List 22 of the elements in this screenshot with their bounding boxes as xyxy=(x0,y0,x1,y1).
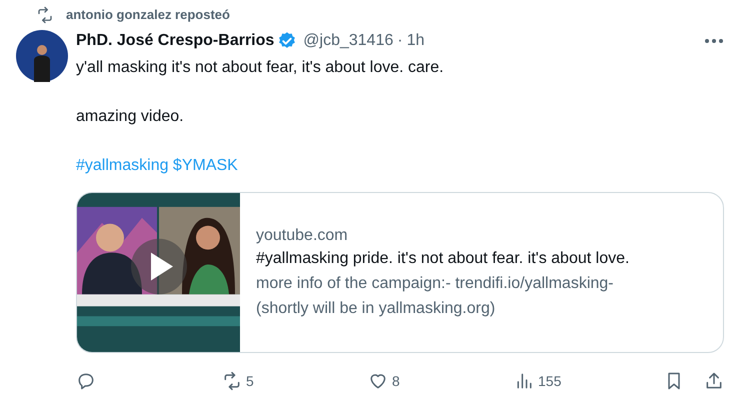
separator-dot: · xyxy=(397,31,403,51)
share-icon xyxy=(704,371,724,391)
repost-icon xyxy=(36,6,54,24)
more-options-icon[interactable] xyxy=(704,38,724,44)
card-description: more info of the campaign:- trendifi.io/yallmasking- (shortly will be in yallmasking.org) xyxy=(256,274,614,318)
like-button[interactable]: 8 xyxy=(368,370,458,392)
link-card[interactable]: youtube.com #yallmasking pride. it's not about fear. it's about love. more info of the campaign:- trendifi.io/yallmasking- (shortly will be in yallmasking.org) xyxy=(76,192,724,353)
views-button[interactable]: 155 xyxy=(514,370,604,392)
heart-icon xyxy=(368,371,388,391)
post-text: amazing video. xyxy=(76,107,185,127)
reply-icon xyxy=(76,371,96,391)
card-domain: youtube.com xyxy=(256,226,349,246)
author-handle[interactable]: @jcb_31416 xyxy=(303,29,394,53)
share-button[interactable] xyxy=(704,371,724,391)
post-text: y'all masking it's not about fear, it's about love. care. xyxy=(76,58,445,78)
avatar[interactable] xyxy=(16,30,68,82)
repost-icon xyxy=(222,371,242,391)
repost-button[interactable]: 5 xyxy=(222,370,312,392)
repost-label[interactable]: antonio gonzalez reposteó xyxy=(66,5,230,25)
card-title: #yallmasking pride. it's not about fear. it's about love. xyxy=(256,248,630,268)
post-time[interactable]: 1h xyxy=(406,29,424,53)
author-name[interactable]: PhD. José Crespo-Barrios xyxy=(76,29,274,53)
